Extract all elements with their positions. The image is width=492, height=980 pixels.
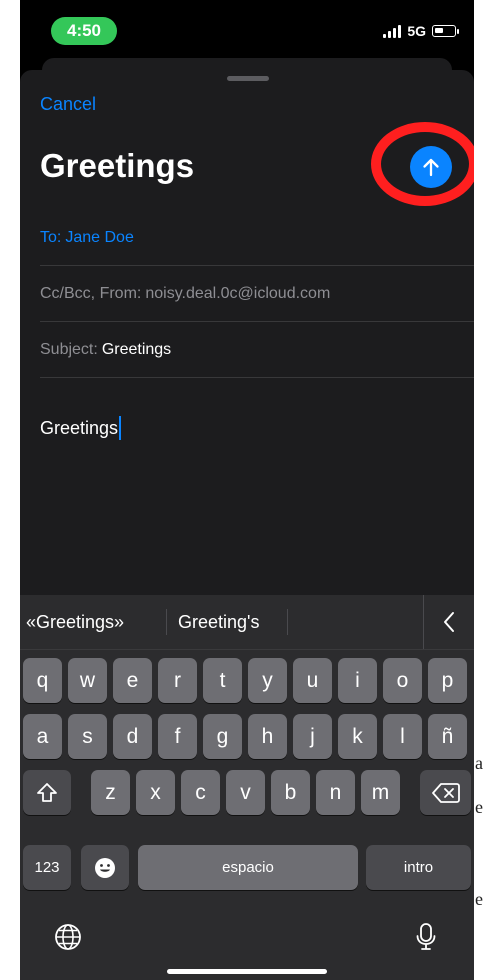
home-indicator[interactable]: [167, 969, 327, 974]
key-t[interactable]: t: [203, 658, 242, 703]
key-z[interactable]: z: [91, 770, 130, 815]
to-label: To:: [40, 228, 62, 246]
margin-letter: e: [475, 889, 483, 909]
emoji-key[interactable]: [81, 845, 129, 890]
shift-icon: [37, 782, 57, 802]
keyboard: «Greetings» Greeting's q w e r t y u i o…: [20, 595, 474, 980]
prediction-1[interactable]: «Greetings»: [26, 609, 124, 635]
key-o[interactable]: o: [383, 658, 422, 703]
mail-compose-sheet: Cancel Greetings To: Jane Doe Cc/Bcc, Fr…: [20, 70, 474, 595]
key-r[interactable]: r: [158, 658, 197, 703]
message-body[interactable]: Greetings: [40, 416, 122, 440]
key-l[interactable]: l: [383, 714, 422, 759]
key-n[interactable]: n: [316, 770, 355, 815]
from-address[interactable]: noisy.deal.0c@icloud.com: [145, 285, 330, 303]
send-button[interactable]: [410, 146, 452, 188]
key-k[interactable]: k: [338, 714, 377, 759]
prediction-separator: [166, 609, 167, 635]
key-c[interactable]: c: [181, 770, 220, 815]
status-indicators: 5G: [383, 22, 459, 40]
key-a[interactable]: a: [23, 714, 62, 759]
key-h[interactable]: h: [248, 714, 287, 759]
key-v[interactable]: v: [226, 770, 265, 815]
subject-field[interactable]: Subject: Greetings: [40, 322, 474, 378]
compose-title: Greetings: [40, 147, 195, 184]
text-cursor: [119, 416, 122, 440]
dictation-button[interactable]: [411, 919, 441, 955]
key-i[interactable]: i: [338, 658, 377, 703]
key-y[interactable]: y: [248, 658, 287, 703]
cc-bcc-from-label: Cc/Bcc, From:: [40, 284, 142, 302]
predictive-collapse-button[interactable]: [423, 595, 474, 649]
subject-label: Subject:: [40, 340, 98, 358]
key-x[interactable]: x: [136, 770, 175, 815]
return-key[interactable]: intro: [366, 845, 471, 890]
delete-icon: [431, 782, 460, 803]
page-canvas: 4:50 5G Cancel Greetings To: Jane Doe Cc…: [0, 0, 492, 980]
prediction-separator: [287, 609, 288, 635]
cc-bcc-from-field[interactable]: Cc/Bcc, From: noisy.deal.0c@icloud.com: [40, 266, 474, 322]
globe-icon: [55, 924, 81, 950]
battery-fill: [435, 28, 443, 33]
key-j[interactable]: j: [293, 714, 332, 759]
chevron-left-icon: [444, 612, 454, 632]
subject-input[interactable]: Greetings: [102, 341, 171, 359]
cancel-button[interactable]: Cancel: [40, 92, 96, 116]
key-m[interactable]: m: [361, 770, 400, 815]
battery-icon: [432, 25, 459, 37]
prediction-2[interactable]: Greeting's: [178, 609, 259, 635]
sheet-grabber[interactable]: [227, 76, 269, 81]
key-q[interactable]: q: [23, 658, 62, 703]
iphone-screen: 4:50 5G Cancel Greetings To: Jane Doe Cc…: [20, 0, 474, 980]
space-key[interactable]: espacio: [138, 845, 358, 890]
key-w[interactable]: w: [68, 658, 107, 703]
delete-key[interactable]: [420, 770, 471, 815]
key-p[interactable]: p: [428, 658, 467, 703]
margin-letter: a: [475, 753, 483, 773]
arrow-up-icon: [423, 158, 439, 177]
margin-letter: e: [475, 797, 483, 817]
to-field[interactable]: To: Jane Doe: [40, 210, 474, 266]
predictive-bar: «Greetings» Greeting's: [20, 595, 474, 650]
signal-icon: [383, 24, 402, 38]
key-s[interactable]: s: [68, 714, 107, 759]
status-time-pill: 4:50: [51, 17, 117, 45]
key-b[interactable]: b: [271, 770, 310, 815]
send-highlight: [371, 122, 474, 210]
numbers-key[interactable]: 123: [23, 845, 71, 890]
network-label: 5G: [407, 23, 426, 39]
emoji-icon: [95, 857, 115, 878]
message-body-text: Greetings: [40, 418, 119, 438]
key-u[interactable]: u: [293, 658, 332, 703]
to-recipient[interactable]: Jane Doe: [65, 229, 134, 247]
shift-key[interactable]: [23, 770, 71, 815]
key-e[interactable]: e: [113, 658, 152, 703]
microphone-icon: [416, 923, 436, 950]
key-f[interactable]: f: [158, 714, 197, 759]
globe-button[interactable]: [51, 920, 85, 954]
key-d[interactable]: d: [113, 714, 152, 759]
key-n-tilde[interactable]: ñ: [428, 714, 467, 759]
key-g[interactable]: g: [203, 714, 242, 759]
